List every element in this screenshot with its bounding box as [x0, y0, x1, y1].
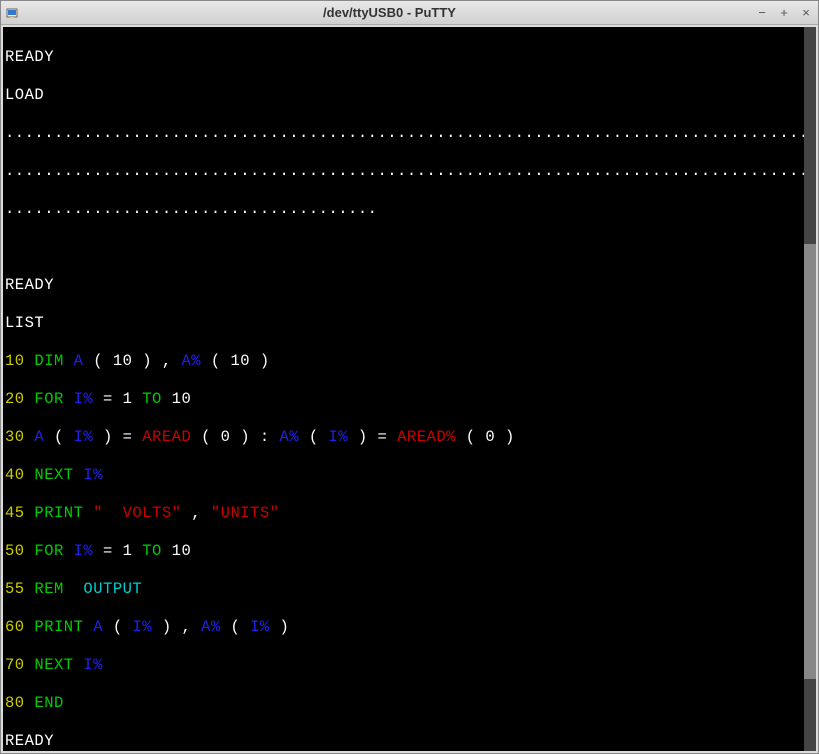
terminal-line: READY [5, 276, 814, 295]
terminal-line: ...................................... [5, 200, 814, 219]
titlebar[interactable]: /dev/ttyUSB0 - PuTTY − + × [1, 1, 818, 25]
code-line: 70 NEXT I% [5, 656, 814, 675]
terminal-line: READY [5, 48, 814, 67]
code-line: 50 FOR I% = 1 TO 10 [5, 542, 814, 561]
scrollbar-thumb[interactable] [804, 244, 816, 678]
maximize-button[interactable]: + [776, 5, 792, 21]
app-icon [5, 5, 21, 21]
terminal-line: ........................................… [5, 124, 814, 143]
code-line: 20 FOR I% = 1 TO 10 [5, 390, 814, 409]
terminal-line: LOAD [5, 86, 814, 105]
close-button[interactable]: × [798, 5, 814, 21]
putty-window: /dev/ttyUSB0 - PuTTY − + × READY LOAD ..… [0, 0, 819, 754]
minimize-button[interactable]: − [754, 5, 770, 21]
code-line: 30 A ( I% ) = AREAD ( 0 ) : A% ( I% ) = … [5, 428, 814, 447]
code-line: 10 DIM A ( 10 ) , A% ( 10 ) [5, 352, 814, 371]
code-line: 80 END [5, 694, 814, 713]
scrollbar[interactable] [804, 27, 816, 751]
code-line: 45 PRINT " VOLTS" , "UNITS" [5, 504, 814, 523]
window-title: /dev/ttyUSB0 - PuTTY [25, 5, 754, 20]
code-line: 60 PRINT A ( I% ) , A% ( I% ) [5, 618, 814, 637]
terminal-area[interactable]: READY LOAD .............................… [3, 27, 816, 751]
terminal-line: ........................................… [5, 162, 814, 181]
code-line: 55 REM OUTPUT [5, 580, 814, 599]
code-line: 40 NEXT I% [5, 466, 814, 485]
window-controls: − + × [754, 5, 814, 21]
terminal-line: READY [5, 732, 814, 751]
terminal-line: LIST [5, 314, 814, 333]
